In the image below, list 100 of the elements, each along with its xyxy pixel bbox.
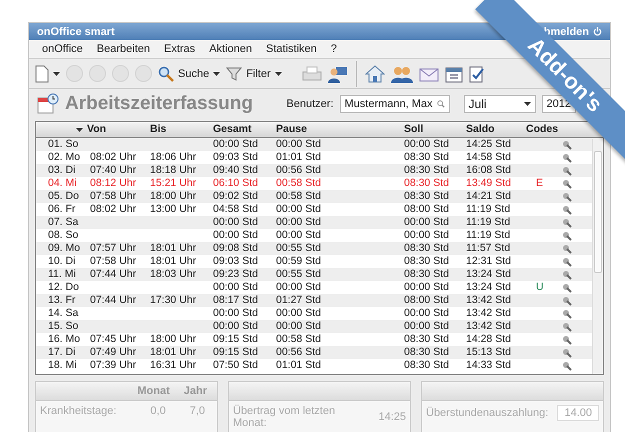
day-cell[interactable]: 09. Mo bbox=[36, 242, 86, 255]
envelope-icon[interactable] bbox=[418, 66, 439, 82]
menu-item[interactable]: Bearbeiten bbox=[90, 43, 157, 56]
edit-icon[interactable] bbox=[562, 140, 572, 150]
table-cell-text: 08:12 Uhr bbox=[89, 177, 138, 190]
table-cell-text: 08:30 Std bbox=[403, 346, 450, 359]
edit-icon[interactable] bbox=[562, 322, 572, 332]
day-cell[interactable]: 11. Mi bbox=[36, 268, 86, 281]
table-cell-text: 00:00 Std bbox=[212, 281, 259, 294]
day-cell[interactable]: 16. Mo bbox=[36, 333, 86, 346]
table-cell-text: 00:55 Std bbox=[275, 242, 322, 255]
edit-icon[interactable] bbox=[562, 152, 572, 162]
user-label: Benutzer: bbox=[286, 98, 334, 110]
edit-icon[interactable] bbox=[562, 192, 572, 202]
search-menu[interactable]: Suche bbox=[178, 68, 210, 80]
edit-icon[interactable] bbox=[562, 230, 572, 240]
search-icon[interactable] bbox=[436, 99, 445, 110]
new-document-icon[interactable] bbox=[35, 64, 49, 83]
table-cell-text: 18:01 Uhr bbox=[149, 255, 198, 268]
table-cell-text: 06:10 Std bbox=[212, 177, 259, 190]
edit-icon[interactable] bbox=[562, 218, 572, 228]
day-cell[interactable]: 05. Do bbox=[36, 190, 86, 203]
day-cell[interactable]: 15. So bbox=[36, 320, 86, 333]
field-label: Krankheitstage: bbox=[40, 405, 118, 417]
day-cell[interactable]: 07. Sa bbox=[36, 216, 86, 229]
table-cell-text: 12:31 Std bbox=[465, 255, 512, 268]
edit-icon[interactable] bbox=[562, 204, 572, 214]
column-header[interactable]: Gesamt bbox=[209, 122, 272, 137]
table-cell-text: 00:00 Std bbox=[212, 216, 259, 229]
day-cell[interactable]: 03. Di bbox=[36, 164, 86, 177]
edit-icon[interactable] bbox=[562, 244, 572, 254]
day-cell[interactable]: 06. Fr bbox=[36, 203, 86, 216]
column-header[interactable]: Soll bbox=[400, 122, 462, 137]
table-cell-text: 15:21 Uhr bbox=[149, 177, 198, 190]
table-cell-text: 09:08 Std bbox=[212, 242, 259, 255]
table-cell-text: 08:30 Std bbox=[403, 255, 450, 268]
table-cell-text: 11:19 Std bbox=[465, 203, 512, 216]
table-cell-text: 00:00 Std bbox=[275, 320, 322, 333]
calendar-icon[interactable] bbox=[444, 64, 463, 83]
edit-icon[interactable] bbox=[562, 296, 572, 306]
table-cell-text: 09:23 Std bbox=[212, 268, 259, 281]
table-cell-text: 00:00 Std bbox=[212, 229, 259, 242]
column-header[interactable]: Pause bbox=[272, 122, 400, 137]
column-header[interactable]: Codes bbox=[522, 122, 562, 137]
user-field[interactable]: Mustermann, Max bbox=[340, 95, 450, 114]
edit-icon[interactable] bbox=[562, 282, 572, 292]
edit-icon[interactable] bbox=[562, 308, 572, 318]
table-cell-text: 08:00 Std bbox=[403, 203, 450, 216]
scrollbar[interactable] bbox=[592, 139, 603, 374]
day-cell[interactable]: 08. So bbox=[36, 229, 86, 242]
menu-item[interactable]: Aktionen bbox=[202, 43, 259, 56]
table-cell-text: 00:00 Std bbox=[275, 203, 322, 216]
day-cell[interactable]: 14. Sa bbox=[36, 307, 86, 320]
table-cell-text: 09:03 Std bbox=[212, 151, 259, 164]
user-computer-icon[interactable] bbox=[328, 64, 348, 83]
edit-icon[interactable] bbox=[562, 334, 572, 344]
checklist-icon[interactable] bbox=[468, 64, 485, 83]
column-header[interactable]: Von bbox=[72, 122, 146, 137]
search-icon[interactable] bbox=[158, 66, 174, 82]
day-cell[interactable]: 12. Do bbox=[36, 281, 86, 294]
menu-item[interactable]: onOffice bbox=[35, 43, 90, 56]
people-icon[interactable] bbox=[390, 64, 413, 83]
filter-menu[interactable]: Filter bbox=[246, 68, 271, 80]
table-cell-text: 00:00 Std bbox=[212, 320, 259, 333]
day-cell[interactable]: 13. Fr bbox=[36, 294, 86, 307]
edit-icon[interactable] bbox=[562, 256, 572, 266]
table-cell-text: 14:21 Std bbox=[465, 190, 512, 203]
funnel-icon[interactable] bbox=[226, 66, 242, 82]
day-cell[interactable]: 10. Di bbox=[36, 255, 86, 268]
table-cell-text: 08:17 Std bbox=[212, 294, 259, 307]
column-header: Monat bbox=[137, 385, 170, 397]
table-cell-text: 00:56 Std bbox=[275, 164, 322, 177]
caret-icon bbox=[76, 128, 83, 132]
edit-icon[interactable] bbox=[562, 178, 572, 188]
edit-icon[interactable] bbox=[562, 348, 572, 358]
day-cell[interactable]: 17. Di bbox=[36, 346, 86, 359]
day-cell[interactable]: 01. So bbox=[36, 138, 86, 151]
table-cell-text: 00:00 Std bbox=[403, 281, 450, 294]
edit-icon[interactable] bbox=[562, 166, 572, 176]
table-cell-text: 13:24 Std bbox=[465, 268, 512, 281]
house-icon[interactable] bbox=[364, 64, 385, 83]
table-cell-text: 07:40 Uhr bbox=[89, 164, 138, 177]
edit-icon[interactable] bbox=[562, 270, 572, 280]
menu-item[interactable]: Extras bbox=[157, 43, 202, 56]
day-cell[interactable]: 18. Mi bbox=[36, 359, 86, 372]
table-cell-text: 08:02 Uhr bbox=[89, 151, 138, 164]
table-cell-text: 13:42 Std bbox=[465, 294, 512, 307]
day-cell[interactable]: 04. Mi bbox=[36, 177, 86, 190]
month-dropdown[interactable]: Juli bbox=[464, 95, 536, 114]
column-header: Jahr bbox=[184, 385, 207, 397]
edit-icon[interactable] bbox=[562, 360, 572, 370]
power-icon[interactable] bbox=[593, 27, 602, 36]
day-cell[interactable]: 02. Mo bbox=[36, 151, 86, 164]
table-cell-text: 08:00 Std bbox=[403, 294, 450, 307]
menu-item[interactable]: ? bbox=[324, 43, 344, 56]
table-cell-text: 16:08 Std bbox=[465, 164, 512, 177]
table-cell-text: 00:00 Std bbox=[275, 138, 322, 151]
table-cell-text: 07:45 Uhr bbox=[89, 333, 138, 346]
column-header[interactable]: Bis bbox=[146, 122, 209, 137]
menu-item[interactable]: Statistiken bbox=[259, 43, 324, 56]
